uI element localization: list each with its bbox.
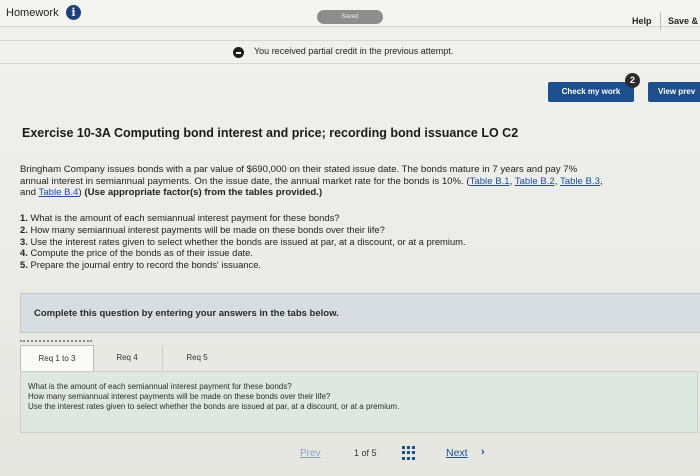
check-my-work-button[interactable]: Check my work xyxy=(548,82,634,102)
table-b2-link[interactable]: Table B.2 xyxy=(515,176,555,187)
save-exit-button[interactable]: Save & xyxy=(668,16,698,26)
question-item: 5. Prepare the journal entry to record t… xyxy=(20,259,262,271)
top-bar: Homework i Saved Help Save & xyxy=(0,0,700,30)
minus-circle-icon xyxy=(233,47,244,58)
notice-text: You received partial credit in the previ… xyxy=(254,46,454,56)
check-attempts-badge: 2 xyxy=(625,73,640,88)
tab-focus-outline xyxy=(20,340,92,342)
complete-question-text: Complete this question by entering your … xyxy=(34,308,339,319)
prev-button[interactable]: Prev xyxy=(300,448,321,459)
question-item: 4. Compute the price of the bonds as of … xyxy=(20,247,253,259)
tab-content-text: What is the amount of each semiannual in… xyxy=(28,382,399,412)
info-icon[interactable]: i xyxy=(66,5,81,20)
tab-content-panel: What is the amount of each semiannual in… xyxy=(20,371,698,433)
problem-instruction: (Use appropriate factor(s) from the tabl… xyxy=(84,187,323,198)
problem-statement: Bringham Company issues bonds with a par… xyxy=(20,164,603,198)
question-item: 2. How many semiannual interest payments… xyxy=(20,223,385,235)
homework-page: Homework i Saved Help Save & You receive… xyxy=(0,0,700,476)
question-list: 1. What is the amount of each semiannual… xyxy=(20,212,466,271)
partial-credit-notice: You received partial credit in the previ… xyxy=(0,40,700,64)
problem-line-1: Bringham Company issues bonds with a par… xyxy=(20,164,578,175)
link-and-text: and xyxy=(20,187,37,198)
exercise-title: Exercise 10-3A Computing bond interest a… xyxy=(22,126,519,140)
tab-content-line: How many semiannual interest payments wi… xyxy=(28,392,331,401)
saved-status-badge: Saved xyxy=(317,10,383,24)
view-previous-button[interactable]: View prev xyxy=(648,82,700,102)
tab-req-5[interactable]: Req 5 xyxy=(162,345,232,371)
table-b1-link[interactable]: Table B.1 xyxy=(470,176,510,187)
grid-icon[interactable] xyxy=(402,446,416,460)
table-b4-link[interactable]: Table B.4 xyxy=(39,187,79,198)
header-divider xyxy=(660,12,661,30)
homework-title: Homework xyxy=(6,7,59,19)
tab-req-1-to-3[interactable]: Req 1 to 3 xyxy=(20,345,94,372)
page-indicator: 1 of 5 xyxy=(354,448,377,458)
question-item: 3. Use the interest rates given to selec… xyxy=(20,235,466,247)
next-button[interactable]: Next xyxy=(446,447,468,459)
question-item: 1. What is the amount of each semiannual… xyxy=(20,212,340,223)
table-b3-link[interactable]: Table B.3 xyxy=(560,176,600,187)
problem-line-2: annual interest in semiannual payments. … xyxy=(20,175,464,187)
tab-req-4[interactable]: Req 4 xyxy=(92,345,163,371)
tab-content-line: What is the amount of each semiannual in… xyxy=(28,382,292,391)
chevron-right-icon[interactable]: › xyxy=(481,446,485,458)
complete-question-box: Complete this question by entering your … xyxy=(20,293,700,333)
tab-content-line: Use the interest rates given to select w… xyxy=(28,402,400,411)
help-button[interactable]: Help xyxy=(632,16,652,26)
